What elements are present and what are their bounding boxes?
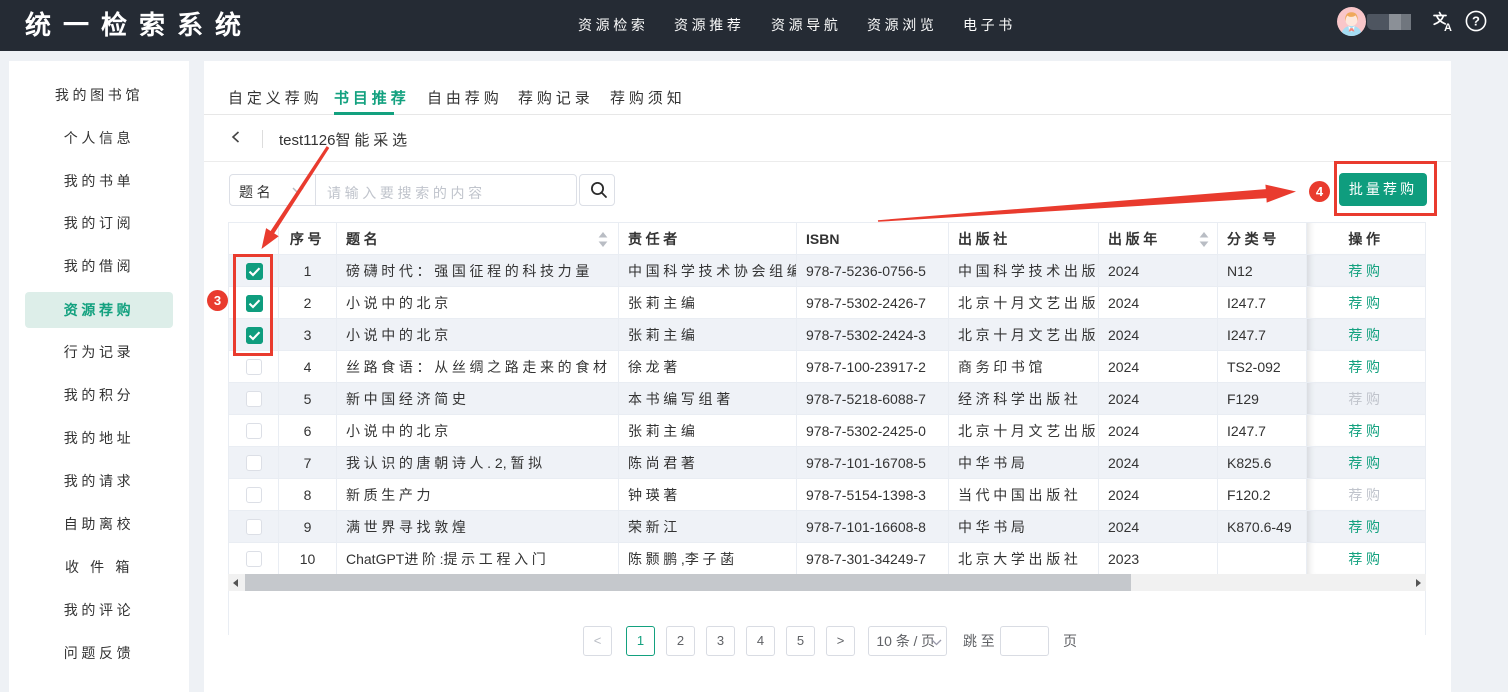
svg-text:?: ? [1472, 14, 1480, 29]
svg-text:A: A [1444, 22, 1452, 32]
